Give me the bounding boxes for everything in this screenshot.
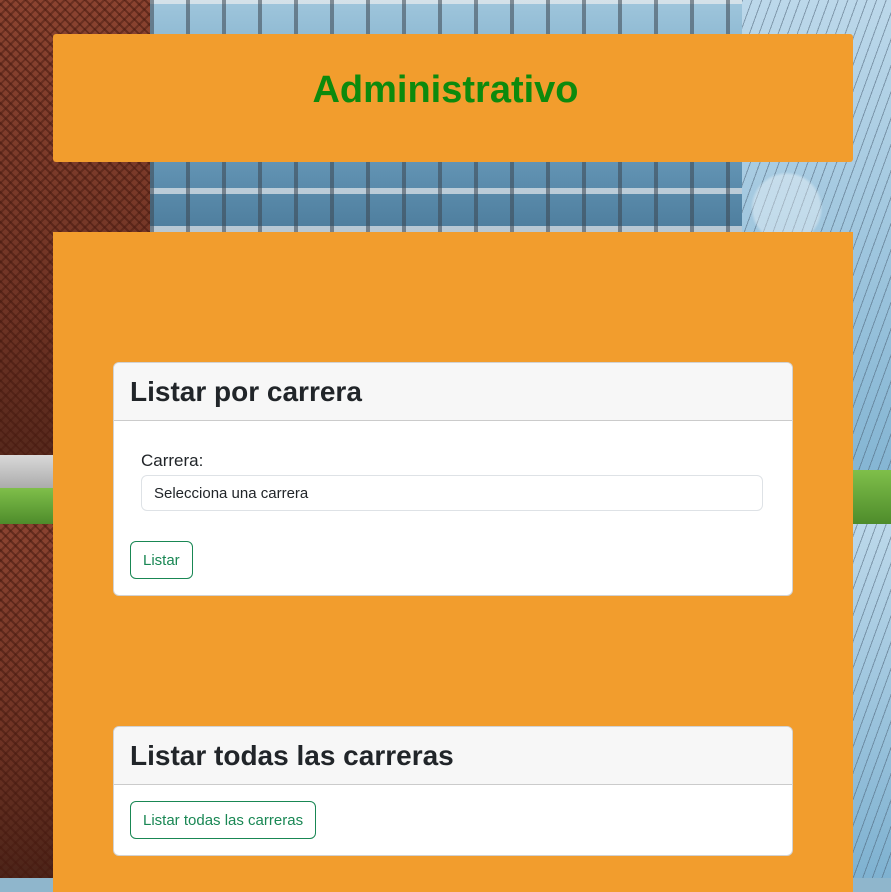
- card-title: Listar por carrera: [114, 363, 792, 421]
- card-title: Listar todas las carreras: [114, 727, 792, 785]
- listar-por-carrera-card: Listar por carrera Carrera: Selecciona u…: [113, 362, 793, 596]
- listar-todas-button[interactable]: Listar todas las carreras: [130, 801, 317, 839]
- card-body: Listar todas las carreras: [114, 785, 792, 839]
- listar-todas-card: Listar todas las carreras Listar todas l…: [113, 726, 793, 856]
- carrera-select-value: Selecciona una carrera: [154, 484, 309, 502]
- card-body: Carrera: Selecciona una carrera Listar: [114, 421, 792, 579]
- carrera-select[interactable]: Selecciona una carrera: [141, 475, 763, 511]
- listar-button[interactable]: Listar: [130, 541, 193, 579]
- page-title: Administrativo: [312, 69, 579, 111]
- carrera-label: Carrera:: [141, 451, 204, 470]
